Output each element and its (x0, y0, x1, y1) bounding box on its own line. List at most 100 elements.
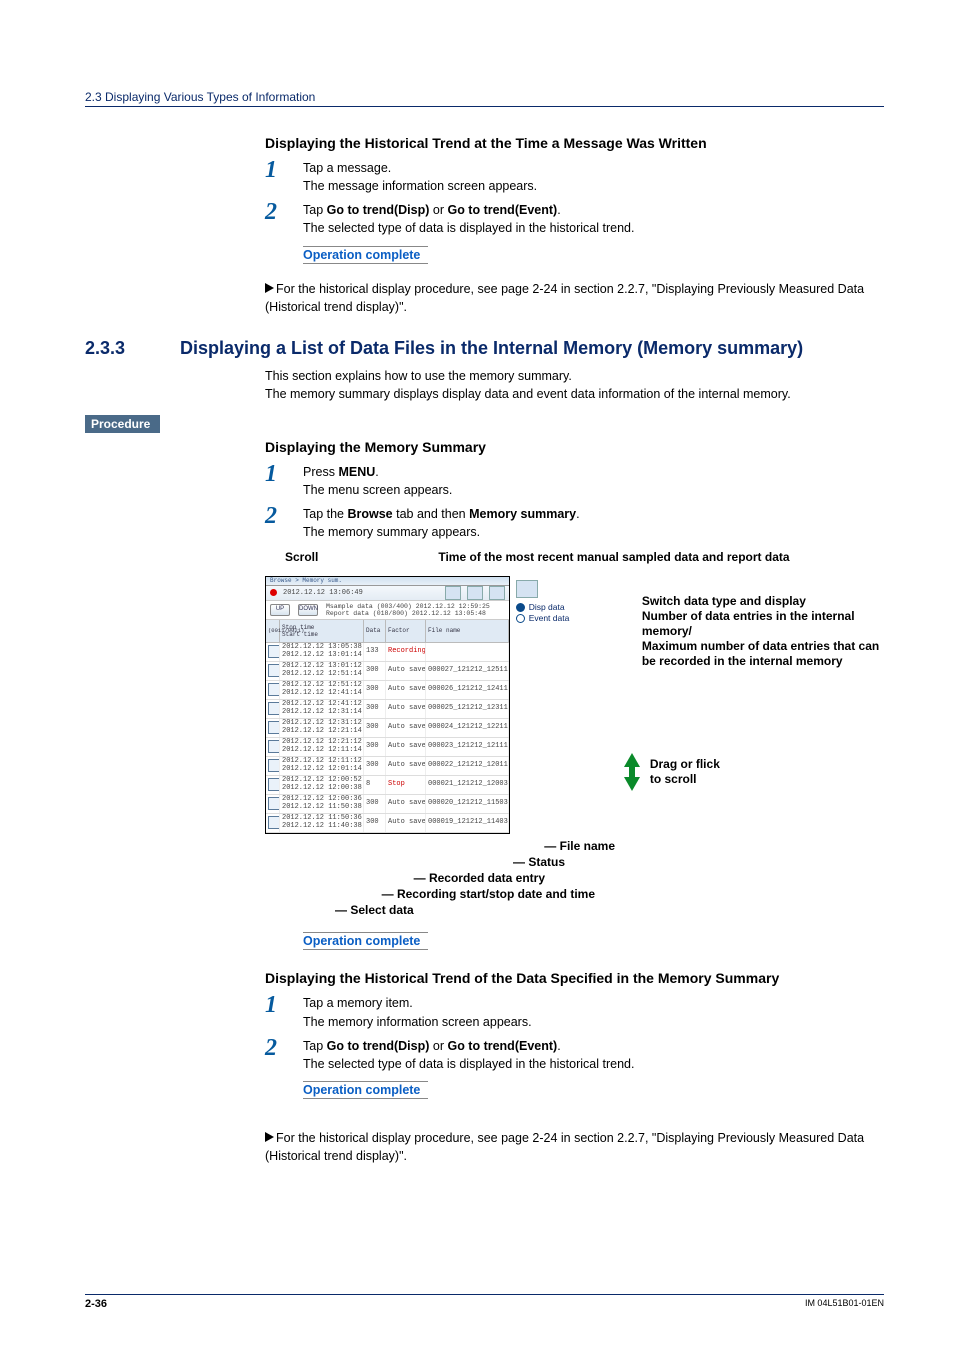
col-count: (0011/0021) (266, 620, 280, 642)
annot-drag1: Drag or flick (650, 757, 720, 772)
header-breadcrumb: 2.3 Displaying Various Types of Informat… (85, 90, 884, 107)
step-b1-post: . (375, 465, 378, 479)
row-checkbox[interactable] (268, 702, 280, 715)
annot-status: Status (528, 855, 565, 869)
step-b1-pre: Press (303, 465, 338, 479)
step-a2: 2 Tap Go to trend(Disp) or Go to trend(E… (265, 201, 884, 237)
row-checkbox[interactable] (268, 645, 280, 658)
step-number-1: 1 (265, 159, 303, 195)
shot-clock: 2012.12.12 13:06:49 (283, 589, 363, 597)
triangle-icon (265, 1132, 274, 1142)
cross-reference-c: For the historical display procedure, se… (265, 1129, 884, 1165)
shot-table-body: 2012.12.12 13:05:382012.12.12 13:01:1413… (266, 643, 509, 833)
step-b2-pre: Tap the (303, 507, 347, 521)
table-row[interactable]: 2012.12.12 12:21:122012.12.12 12:11:1430… (266, 738, 509, 757)
page-footer: 2-36 IM 04L51B01-01EN (85, 1294, 884, 1310)
radio-off-icon (516, 614, 525, 623)
toolbar-icon[interactable] (445, 586, 461, 600)
page-number: 2-36 (85, 1298, 107, 1310)
memory-summary-item: Memory summary (469, 507, 576, 521)
cross-reference-a: For the historical display procedure, se… (265, 280, 884, 316)
table-row[interactable]: 2012.12.12 12:51:122012.12.12 12:41:1430… (266, 681, 509, 700)
table-row[interactable]: 2012.12.12 12:41:122012.12.12 12:31:1430… (266, 700, 509, 719)
step-c2-line2: The selected type of data is displayed i… (303, 1055, 884, 1073)
screenshot-wrapper: Scroll Time of the most recent manual sa… (265, 550, 884, 919)
col-file: File name (426, 620, 509, 642)
row-checkbox[interactable] (268, 778, 280, 791)
annot-num-entries: Number of data entries in the internal m… (624, 609, 884, 639)
radio-event-data[interactable]: Event data (516, 613, 612, 624)
menu-key: MENU (338, 465, 375, 479)
step-c1: 1 Tap a memory item. The memory informat… (265, 994, 884, 1030)
memory-summary-screenshot: Browse > Memory sum. 2012.12.12 13:06:49… (265, 576, 510, 834)
table-row[interactable]: 2012.12.12 12:00:362012.12.12 11:50:3830… (266, 795, 509, 814)
col-factor: Factor (386, 620, 426, 642)
radio-on-icon (516, 603, 525, 612)
step-number-1c: 1 (265, 994, 303, 1030)
browse-tab: Browse (347, 507, 392, 521)
scroll-up-button[interactable]: UP (270, 604, 290, 616)
row-checkbox[interactable] (268, 664, 280, 677)
goto-trend-event-c: Go to trend(Event) (447, 1039, 557, 1053)
row-checkbox[interactable] (268, 740, 280, 753)
step-c2-post: . (557, 1039, 560, 1053)
toolbar-icon[interactable] (489, 586, 505, 600)
row-checkbox[interactable] (268, 759, 280, 772)
section-heading-row: 2.3.3 Displaying a List of Data Files in… (85, 338, 884, 359)
shot-msample: Msample data (003/400) 2012.12.12 12:59:… (326, 603, 490, 610)
annot-switch: Switch data type and display (624, 594, 884, 609)
goto-trend-disp-c: Go to trend(Disp) (327, 1039, 430, 1053)
cross-reference-c-text: For the historical display procedure, se… (265, 1131, 864, 1163)
shot-breadcrumb: Browse > Memory sum. (266, 577, 509, 586)
step-a2-mid: or (429, 203, 447, 217)
row-checkbox[interactable] (268, 816, 280, 829)
step-b1-line2: The menu screen appears. (303, 481, 884, 499)
subheading-memory-summary: Displaying the Memory Summary (265, 439, 884, 455)
table-row[interactable]: 2012.12.12 13:01:122012.12.12 12:51:1430… (266, 662, 509, 681)
step-b2: 2 Tap the Browse tab and then Memory sum… (265, 505, 884, 541)
table-row[interactable]: 2012.12.12 12:11:122012.12.12 12:01:1430… (266, 757, 509, 776)
section-intro-1: This section explains how to use the mem… (265, 369, 572, 383)
table-row[interactable]: 2012.12.12 12:00:522012.12.12 12:00:388S… (266, 776, 509, 795)
data-type-switch: Disp data Event data (510, 576, 612, 834)
radio-disp-data[interactable]: Disp data (516, 602, 612, 613)
step-c2: 2 Tap Go to trend(Disp) or Go to trend(E… (265, 1037, 884, 1073)
step-b2-mid: tab and then (393, 507, 469, 521)
annot-select-data: Select data (350, 903, 413, 917)
step-a1-line1: Tap a message. (303, 159, 884, 177)
operation-complete-a: Operation complete (303, 246, 428, 264)
step-a2-post: . (557, 203, 560, 217)
triangle-icon (265, 283, 274, 293)
annot-rec-start: Recording start/stop date and time (397, 887, 595, 901)
step-b2-line2: The memory summary appears. (303, 523, 884, 541)
right-annotations: Switch data type and display Number of d… (624, 576, 884, 834)
step-a1: 1 Tap a message. The message information… (265, 159, 884, 195)
step-c2-mid: or (429, 1039, 447, 1053)
data-type-icon[interactable] (516, 580, 538, 598)
table-row[interactable]: 2012.12.12 12:31:122012.12.12 12:21:1430… (266, 719, 509, 738)
row-checkbox[interactable] (268, 683, 280, 696)
row-checkbox[interactable] (268, 797, 280, 810)
annot-scroll: Scroll (285, 550, 318, 564)
annot-max1: Maximum number of data entries that can (624, 639, 884, 654)
table-row[interactable]: 2012.12.12 11:50:362012.12.12 11:40:3830… (266, 814, 509, 833)
step-a2-line2: The selected type of data is displayed i… (303, 219, 884, 237)
goto-trend-event: Go to trend(Event) (447, 203, 557, 217)
annot-rec-entry: Recorded data entry (429, 871, 545, 885)
step-c2-pre: Tap (303, 1039, 327, 1053)
scroll-down-button[interactable]: DOWN (298, 604, 318, 616)
step-b2-post: . (576, 507, 579, 521)
step-a1-line2: The message information screen appears. (303, 177, 884, 195)
annot-max2: be recorded in the internal memory (624, 654, 884, 669)
subheading-historical-trend-message: Displaying the Historical Trend at the T… (265, 135, 884, 151)
table-row[interactable]: 2012.12.12 13:05:382012.12.12 13:01:1413… (266, 643, 509, 662)
step-b1: 1 Press MENU. The menu screen appears. (265, 463, 884, 499)
subheading-historical-trend-memory: Displaying the Historical Trend of the D… (265, 970, 884, 986)
toolbar-icon[interactable] (467, 586, 483, 600)
annot-time-latest: Time of the most recent manual sampled d… (438, 550, 789, 564)
row-checkbox[interactable] (268, 721, 280, 734)
shot-table-header: (0011/0021) Stop time Start time Data Fa… (266, 620, 509, 643)
step-a2-pre: Tap (303, 203, 327, 217)
step-number-2b: 2 (265, 505, 303, 541)
bottom-annotations: — File name — Status — Recorded data ent… (265, 838, 635, 919)
